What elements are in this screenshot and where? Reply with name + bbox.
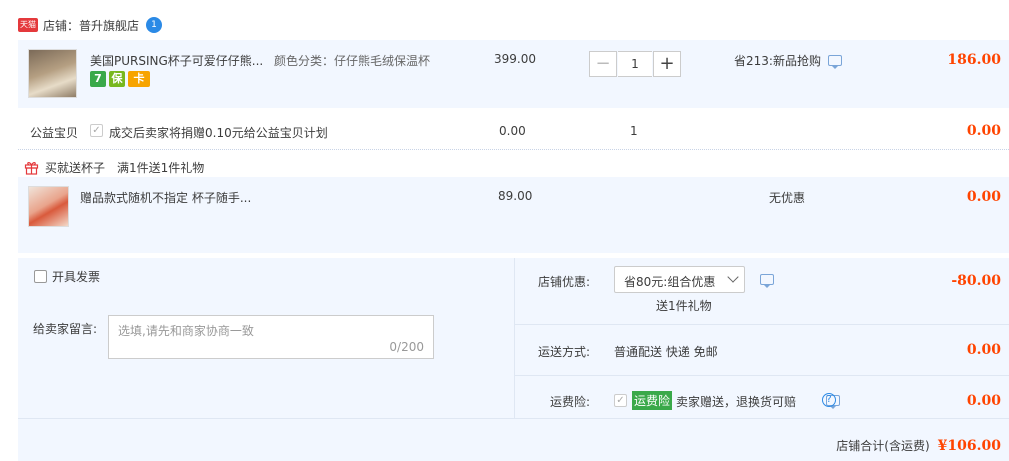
- promo-info-icon[interactable]: [827, 55, 842, 69]
- message-textarea[interactable]: 选填,请先和商家协商一致 0/200: [108, 315, 434, 359]
- charity-quantity: 1: [630, 124, 638, 138]
- divider: [515, 375, 1009, 376]
- divider: [18, 418, 1009, 419]
- gift-rule: 满1件送1件礼物: [117, 161, 205, 175]
- shipping-value: 普通配送 快递 免邮: [614, 345, 718, 359]
- guarantee-icon[interactable]: 保: [109, 71, 125, 87]
- message-placeholder: 选填,请先和商家协商一致: [118, 324, 254, 338]
- divider: [18, 149, 1009, 150]
- gift-thumbnail[interactable]: [28, 186, 69, 227]
- discount-note: 送1件礼物: [656, 299, 712, 313]
- quantity-stepper: − 1 +: [589, 51, 681, 77]
- shop-total-amount: ¥106.00: [937, 438, 1001, 454]
- gift-item-row: 赠品款式随机不指定 杯子随手... 89.00 无优惠 0.00: [18, 177, 1009, 253]
- shop-total: 店铺合计(含运费) ¥106.00: [836, 437, 1001, 454]
- invoice-option[interactable]: 开具发票: [34, 268, 100, 285]
- insurance-amount: 0.00: [966, 393, 1001, 409]
- chat-badge-count: 1: [151, 20, 157, 30]
- shop-total-label: 店铺合计(含运费): [836, 439, 930, 453]
- insurance-badge: 运费险: [632, 391, 673, 410]
- insurance-checkbox[interactable]: ✓: [614, 394, 627, 407]
- charity-text: 成交后卖家将捐赠0.10元给公益宝贝计划: [109, 126, 328, 140]
- charity-subtotal: 0.00: [966, 123, 1001, 139]
- product-thumbnail[interactable]: [28, 49, 77, 98]
- message-label: 给卖家留言:: [33, 322, 98, 336]
- insurance-label: 运费险:: [550, 395, 591, 409]
- shipping-amount: 0.00: [966, 342, 1001, 358]
- gift-subtotal: 0.00: [966, 189, 1001, 205]
- product-sku: 颜色分类：仔仔熊毛绒保温杯: [274, 54, 431, 68]
- discount-amount: -80.00: [951, 273, 1001, 289]
- product-tags: 7 保 卡: [90, 71, 150, 87]
- shipping-label: 运送方式:: [538, 345, 591, 359]
- charity-row: 公益宝贝 ✓ 成交后卖家将捐赠0.10元给公益宝贝计划 0.00 1 0.00: [18, 115, 1009, 149]
- tmall-badge: 天猫: [18, 18, 38, 32]
- chevron-down-icon: [727, 271, 739, 283]
- increase-quantity-button[interactable]: +: [653, 51, 681, 77]
- invoice-checkbox[interactable]: [34, 270, 47, 283]
- cart-item-row: 美国PURSING杯子可爱仔仔熊... 7 保 卡 颜色分类：仔仔熊毛绒保温杯 …: [18, 40, 1009, 108]
- discount-selected-value: 省80元:组合优惠: [624, 275, 716, 289]
- decrease-quantity-button[interactable]: −: [589, 51, 617, 77]
- chat-bubble-icon[interactable]: 1: [146, 17, 163, 33]
- charity-price: 0.00: [499, 124, 526, 138]
- options-divider: [514, 258, 515, 418]
- gift-icon: [24, 162, 39, 175]
- shop-header: 天猫 店铺：普升旗舰店 1: [18, 15, 163, 35]
- quantity-input[interactable]: 1: [618, 51, 652, 77]
- item-subtotal: 186.00: [947, 52, 1001, 68]
- shop-name-link[interactable]: 店铺：普升旗舰店: [43, 17, 139, 34]
- order-options-panel: 开具发票 给卖家留言: 选填,请先和商家协商一致 0/200 店铺优惠: 省80…: [18, 258, 1009, 461]
- card-icon[interactable]: 卡: [128, 71, 150, 87]
- insurance-text: 卖家赠送，退换货可赔: [676, 395, 797, 409]
- gift-unit-price: 89.00: [498, 189, 533, 203]
- product-title-link[interactable]: 美国PURSING杯子可爱仔仔熊...: [90, 52, 270, 69]
- gift-promo: 无优惠: [769, 191, 806, 205]
- help-icon[interactable]: ?: [822, 393, 836, 407]
- invoice-label: 开具发票: [52, 270, 101, 284]
- divider: [515, 324, 1009, 325]
- charity-checkbox[interactable]: ✓: [90, 124, 103, 137]
- product-unit-price: 399.00: [494, 52, 536, 66]
- message-counter: 0/200: [389, 340, 424, 354]
- product-promo: 省213:新品抢购: [734, 52, 842, 69]
- gift-title-link[interactable]: 赠品款式随机不指定 杯子随手...: [80, 189, 251, 206]
- charity-label: 公益宝贝: [30, 126, 79, 140]
- promo-text: 省213:新品抢购: [734, 54, 821, 68]
- discount-select[interactable]: 省80元:组合优惠: [614, 266, 745, 293]
- discount-label: 店铺优惠:: [538, 275, 591, 289]
- gift-header: 买就送杯子 满1件送1件礼物: [24, 159, 204, 176]
- gift-title: 买就送杯子: [45, 161, 106, 175]
- seven-day-return-icon[interactable]: 7: [90, 71, 106, 87]
- discount-info-icon[interactable]: [760, 274, 774, 288]
